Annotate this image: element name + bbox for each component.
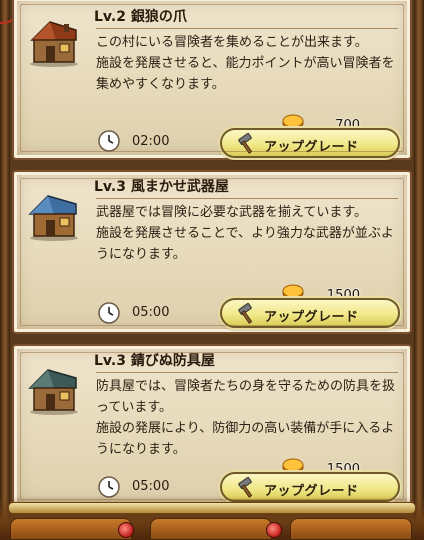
building-card: Lv.3 風まかせ武器屋 武器屋では冒険に必要な武器を揃えています。 施設を発展…: [12, 170, 412, 334]
upgrade-button-label: アップグレード: [264, 310, 359, 325]
notification-gem-icon: [266, 522, 282, 538]
hammer-icon: [238, 133, 253, 154]
building-title: Lv.3 風まかせ武器屋: [94, 179, 229, 195]
building-card: Lv.2 銀狼の爪 この村にいる冒険者を集めることが出来ます。 施設を発展させる…: [12, 0, 412, 160]
building-title: Lv.3 錆びぬ防具屋: [94, 353, 215, 369]
building-title: Lv.2 銀狼の爪: [94, 9, 187, 25]
bottom-ribbon: [8, 502, 416, 514]
description-line: この村にいる冒険者を集めることが出来ます。: [96, 35, 368, 50]
building-description: この村にいる冒険者を集めることが出来ます。 施設を発展させると、能力ポイントが高…: [96, 32, 396, 95]
description-line: 武器屋では冒険に必要な武器を揃えています。: [96, 205, 368, 220]
building-description: 武器屋では冒険に必要な武器を揃えています。 施設を発展させることで、より強力な武…: [96, 202, 396, 265]
bottom-tab[interactable]: [10, 518, 132, 540]
notification-gem-icon: [118, 522, 134, 538]
building-card: Lv.3 錆びぬ防具屋 防具屋では、冒険者たちの身を守るための防具を扱っています…: [12, 344, 412, 508]
upgrade-button[interactable]: アップグレード: [220, 128, 400, 158]
description-line: 防具屋では、冒険者たちの身を守るための防具を扱っています。: [96, 379, 396, 415]
hammer-icon: [238, 303, 253, 324]
title-divider: [96, 372, 398, 373]
upgrade-button-label: アップグレード: [264, 140, 359, 155]
upgrade-time: 05:00: [132, 305, 170, 320]
description-line: 施設を発展させると、能力ポイントが高い冒険者を集めやすくなります。: [96, 56, 395, 92]
upgrade-button[interactable]: アップグレード: [220, 298, 400, 328]
clock-icon: [98, 302, 120, 324]
bottom-tab[interactable]: [290, 518, 412, 540]
clock-icon: [98, 130, 120, 152]
building-description: 防具屋では、冒険者たちの身を守るための防具を扱っています。 施設の発展により、防…: [96, 376, 396, 460]
description-line: 施設の発展により、防御力の高い装備が手に入るようになります。: [96, 421, 395, 457]
tavern-building-icon: [30, 21, 78, 67]
title-divider: [96, 28, 398, 29]
clock-icon: [98, 476, 120, 498]
armor-shop-building-icon: [28, 369, 78, 415]
upgrade-time: 05:00: [132, 479, 170, 494]
weapon-shop-building-icon: [28, 195, 78, 241]
title-divider: [96, 198, 398, 199]
frame-left: [0, 0, 10, 540]
description-line: 施設を発展させることで、より強力な武器が並ぶようになります。: [96, 226, 394, 262]
upgrade-time: 02:00: [132, 134, 170, 149]
frame-right: [414, 0, 424, 540]
bottom-tab[interactable]: [150, 518, 272, 540]
